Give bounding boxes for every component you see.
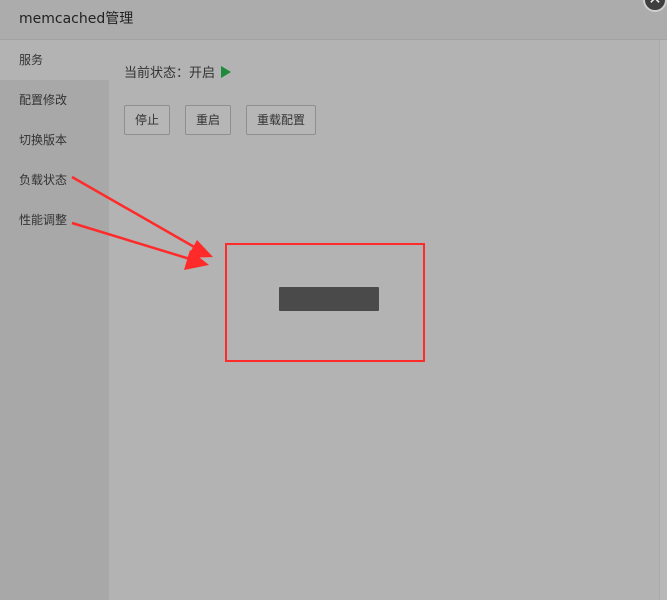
dialog-title: memcached管理 [19,11,134,27]
service-status: 当前状态：开启 [124,65,232,83]
close-icon: ✕ [648,0,661,8]
sidebar-item-label: 切换版本 [19,133,68,147]
sidebar-item-config[interactable]: 配置修改 [0,80,109,120]
sidebar-item-label: 配置修改 [19,93,68,107]
sidebar-item-performance[interactable]: 性能调整 [0,200,109,240]
sidebar-item-label: 服务 [19,53,44,67]
right-edge-scrollbar[interactable] [659,40,667,600]
sidebar-item-load-status[interactable]: 负载状态 [0,160,109,200]
loading-placeholder [279,287,379,311]
sidebar-item-version[interactable]: 切换版本 [0,120,109,160]
sidebar: 服务 配置修改 切换版本 负载状态 性能调整 [0,40,109,600]
dialog-titlebar: memcached管理 [0,0,667,40]
sidebar-item-label: 负载状态 [19,173,68,187]
restart-button[interactable]: 重启 [185,105,231,135]
sidebar-item-label: 性能调整 [19,213,68,227]
memcached-dialog: memcached管理 ✕ 服务 配置修改 切换版本 负载状态 性能调整 当前状… [0,0,667,600]
reload-config-button[interactable]: 重载配置 [246,105,316,135]
stop-button[interactable]: 停止 [124,105,170,135]
play-icon [221,66,232,78]
status-text: 当前状态：开启 [124,66,216,81]
sidebar-item-service[interactable]: 服务 [0,40,109,80]
